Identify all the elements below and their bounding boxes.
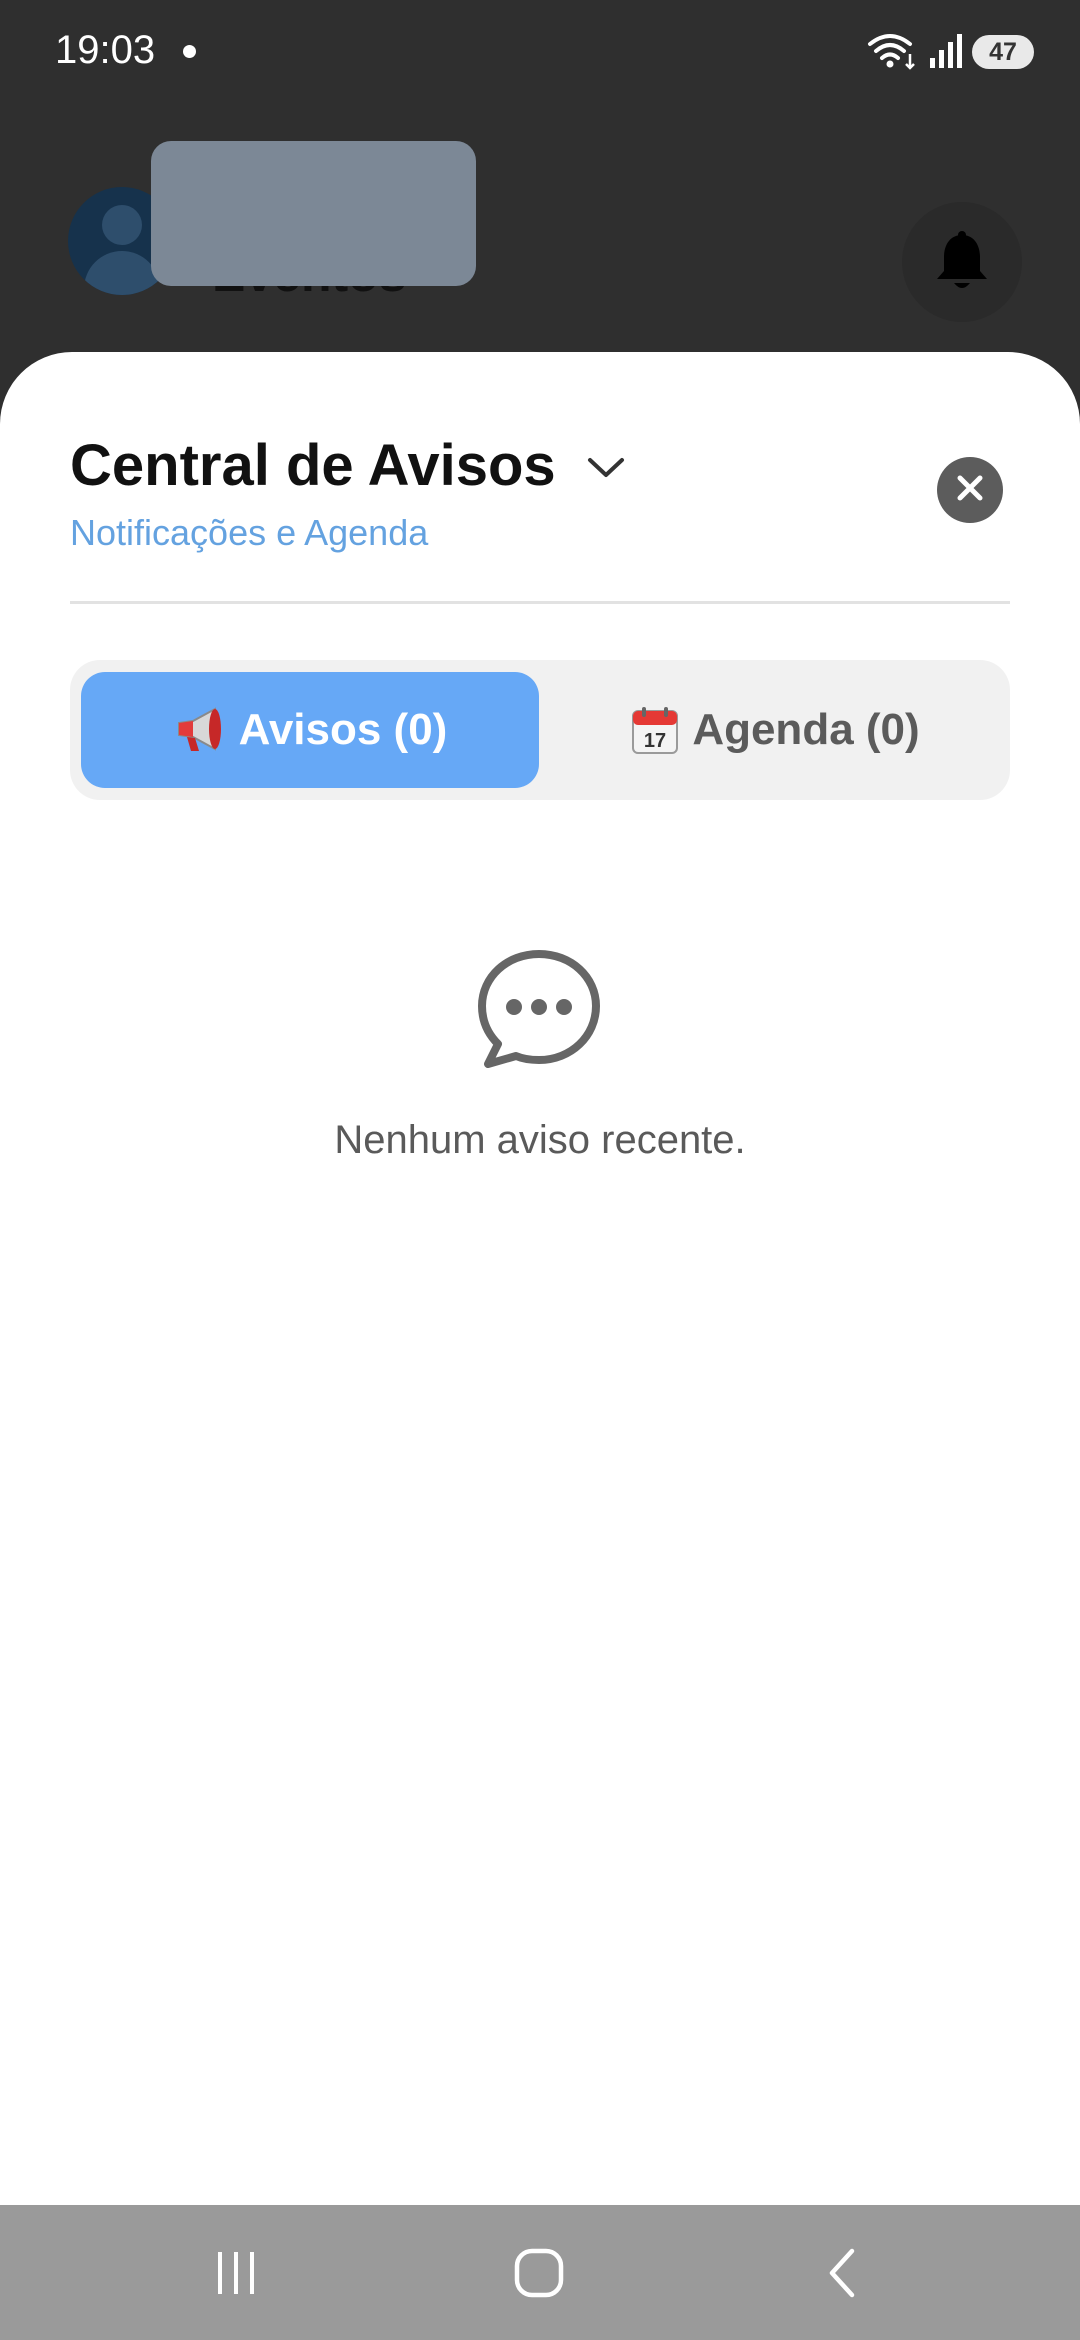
wifi-icon bbox=[866, 30, 918, 75]
tab-avisos-label: Avisos (0) bbox=[238, 705, 448, 754]
status-time: 19:03 bbox=[55, 28, 156, 72]
sheet-title: Central de Avisos bbox=[70, 433, 556, 498]
status-bar: 19:03 47 bbox=[0, 0, 1080, 105]
megaphone-icon bbox=[173, 705, 227, 755]
redacted-block bbox=[151, 141, 476, 286]
recents-icon bbox=[212, 2248, 260, 2303]
home-button[interactable] bbox=[499, 2235, 579, 2315]
close-icon bbox=[955, 473, 985, 508]
background-header: Eventos bbox=[0, 105, 1080, 365]
status-icons: 47 bbox=[866, 32, 1034, 72]
calendar-icon: 17 bbox=[630, 705, 680, 755]
notification-dot bbox=[183, 45, 196, 58]
home-icon bbox=[513, 2247, 565, 2304]
svg-text:17: 17 bbox=[644, 730, 666, 752]
chat-bubble-icon bbox=[474, 946, 604, 1076]
battery-icon: 47 bbox=[972, 35, 1034, 69]
signal-icon bbox=[928, 30, 962, 75]
tab-agenda-label: Agenda (0) bbox=[692, 705, 920, 754]
chevron-down-icon[interactable] bbox=[586, 455, 626, 481]
back-button[interactable] bbox=[802, 2235, 882, 2315]
tab-switcher: Avisos (0) 17 Agenda (0) bbox=[70, 660, 1010, 800]
sheet-subtitle: Notificações e Agenda bbox=[70, 512, 429, 553]
recents-button[interactable] bbox=[196, 2235, 276, 2315]
sheet-title-row[interactable]: Central de Avisos bbox=[70, 432, 626, 499]
back-icon bbox=[822, 2247, 862, 2304]
empty-state-message: Nenhum aviso recente. bbox=[334, 1118, 746, 1162]
divider bbox=[70, 601, 1010, 604]
close-button[interactable] bbox=[937, 457, 1003, 523]
notification-sheet: Central de Avisos Notificações e Agenda bbox=[0, 352, 1080, 2205]
tab-avisos[interactable]: Avisos (0) bbox=[81, 672, 539, 788]
tab-agenda[interactable]: 17 Agenda (0) bbox=[550, 672, 1000, 788]
bell-icon bbox=[902, 202, 1022, 322]
system-nav-bar bbox=[0, 2205, 1080, 2340]
